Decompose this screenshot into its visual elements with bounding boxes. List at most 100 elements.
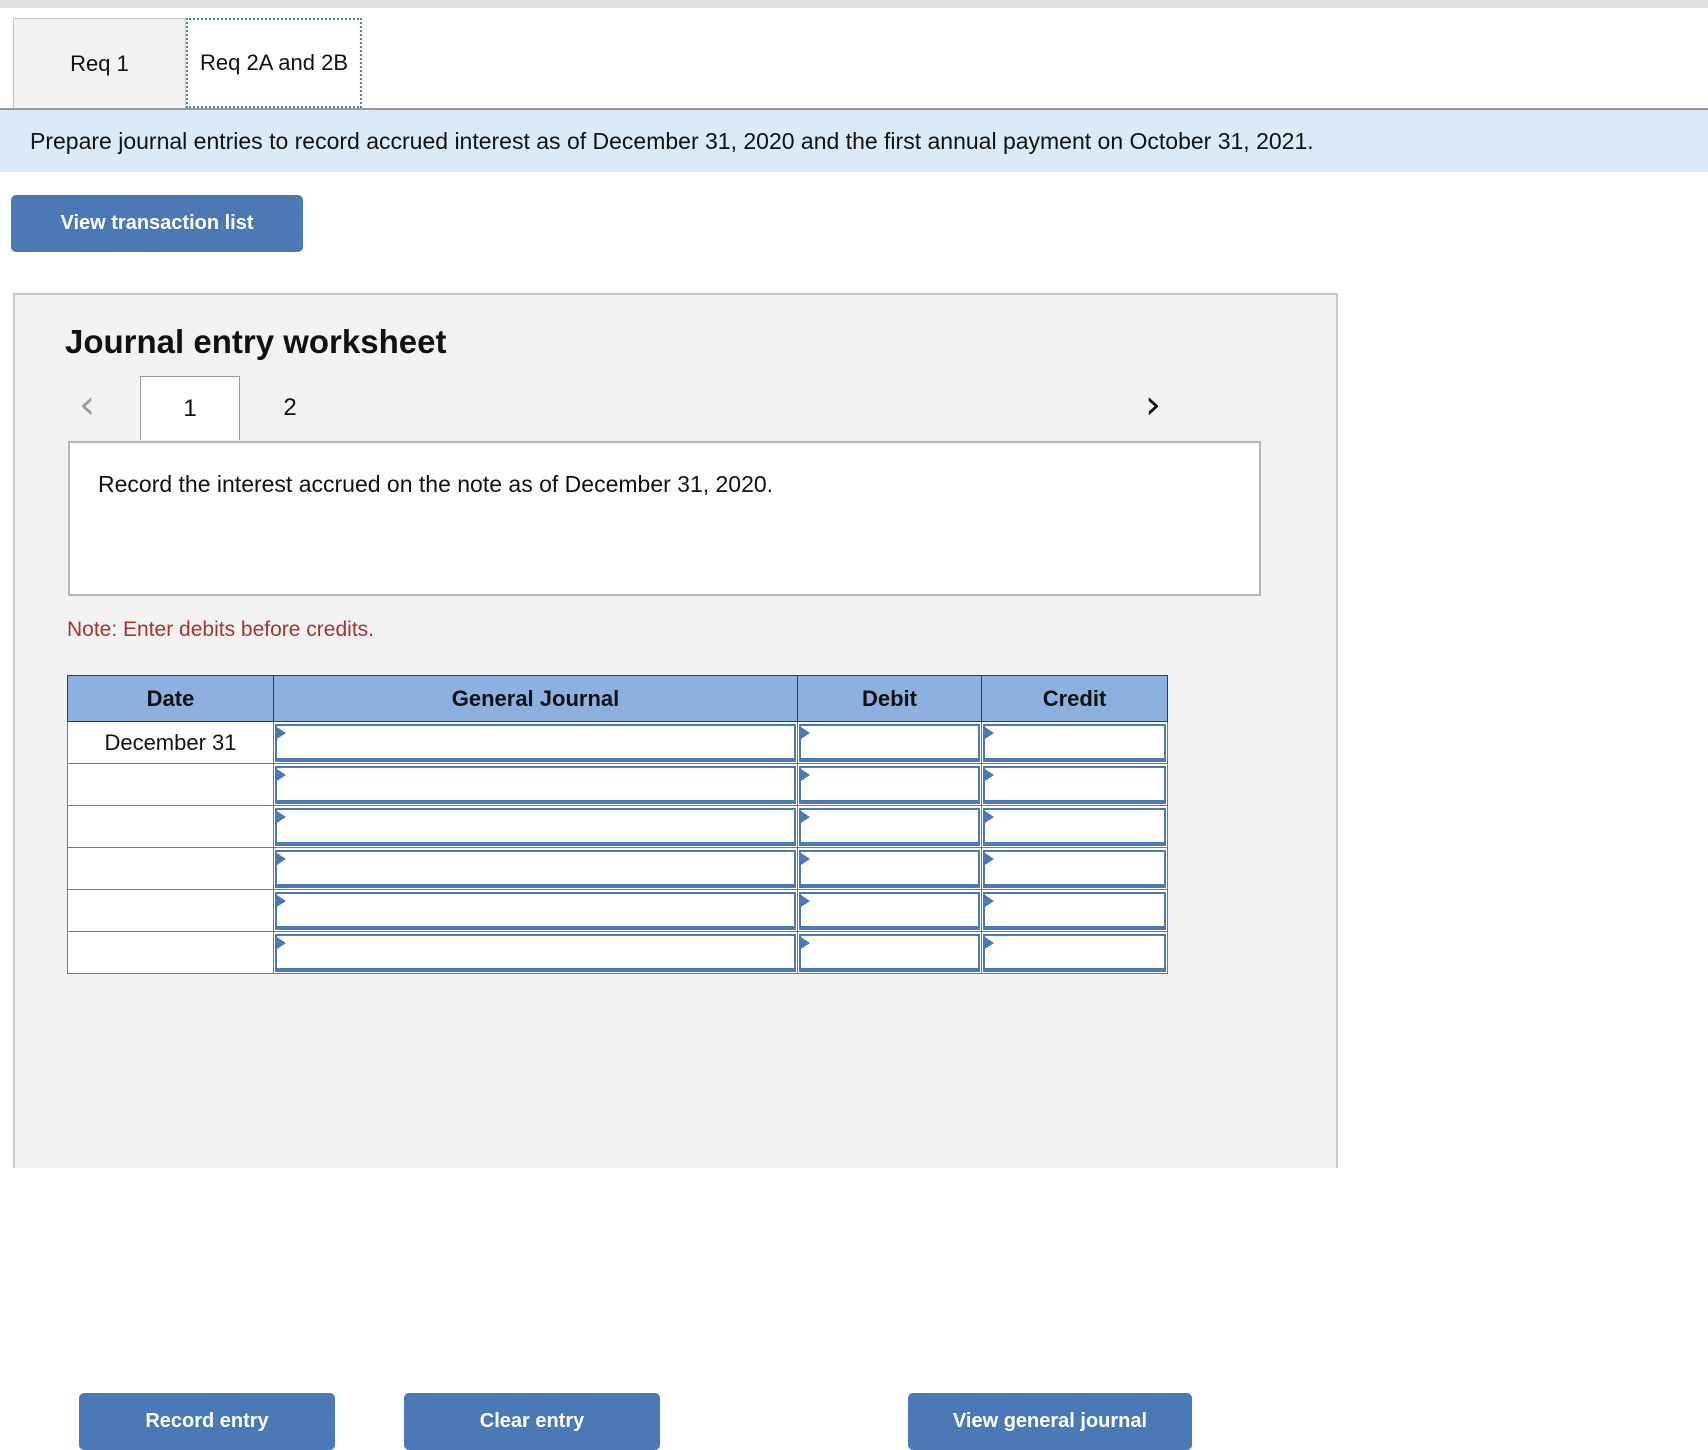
credit-input[interactable] bbox=[985, 935, 1164, 968]
table-row bbox=[67, 931, 1168, 974]
journal-entry-worksheet-panel: Journal entry worksheet ‹ 1 2 › Record t… bbox=[13, 293, 1338, 1450]
general-journal-cell[interactable] bbox=[273, 721, 798, 764]
entry-description-box: Record the interest accrued on the note … bbox=[68, 441, 1261, 596]
credit-cell[interactable] bbox=[981, 721, 1168, 764]
credit-input[interactable] bbox=[985, 725, 1164, 758]
table-row bbox=[67, 847, 1168, 890]
cell-marker-icon bbox=[801, 852, 810, 865]
cell-marker-icon bbox=[277, 810, 286, 823]
view-transaction-list-button[interactable]: View transaction list bbox=[11, 195, 303, 252]
journal-entry-table: Date General Journal Debit Credit Decemb… bbox=[67, 675, 1168, 974]
credit-cell[interactable] bbox=[981, 889, 1168, 932]
general-journal-input[interactable] bbox=[277, 809, 794, 842]
worksheet-pager: ‹ 1 2 › bbox=[67, 376, 1307, 440]
view-general-journal-label: View general journal bbox=[952, 1410, 1148, 1432]
credit-cell[interactable] bbox=[981, 847, 1168, 890]
general-journal-input[interactable] bbox=[277, 725, 794, 758]
worksheet-title: Journal entry worksheet bbox=[65, 323, 447, 360]
tab-req-2a-and-2b[interactable]: Req 2A and 2B bbox=[186, 18, 362, 108]
general-journal-cell[interactable] bbox=[273, 889, 798, 932]
top-strip bbox=[0, 0, 1708, 8]
clear-entry-label: Clear entry bbox=[479, 1410, 585, 1432]
pager-prev-icon[interactable]: ‹ bbox=[67, 377, 107, 433]
cell-marker-icon bbox=[985, 810, 994, 823]
cell-marker-icon bbox=[801, 936, 810, 949]
requirement-tab-bar: Req 1 Req 2A and 2B bbox=[0, 18, 1708, 110]
tab-req-2a-and-2b-label: Req 2A and 2B bbox=[199, 50, 348, 75]
date-cell bbox=[67, 805, 274, 848]
pager-page-2-label: 2 bbox=[283, 394, 297, 421]
debit-cell[interactable] bbox=[797, 847, 982, 890]
entry-description-text: Record the interest accrued on the note … bbox=[98, 471, 774, 497]
cell-marker-icon bbox=[801, 810, 810, 823]
credit-cell[interactable] bbox=[981, 805, 1168, 848]
date-cell bbox=[67, 763, 274, 806]
cell-marker-icon bbox=[801, 726, 810, 739]
cell-marker-icon bbox=[985, 894, 994, 907]
view-transaction-list-label: View transaction list bbox=[60, 212, 254, 234]
view-general-journal-button[interactable]: View general journal bbox=[908, 1393, 1192, 1450]
cell-marker-icon bbox=[277, 936, 286, 949]
pager-page-2[interactable]: 2 bbox=[240, 376, 340, 440]
pager-next-icon[interactable]: › bbox=[1133, 377, 1173, 433]
credit-cell[interactable] bbox=[981, 931, 1168, 974]
cell-marker-icon bbox=[277, 768, 286, 781]
cell-marker-icon bbox=[985, 768, 994, 781]
credit-cell[interactable] bbox=[981, 763, 1168, 806]
credit-input[interactable] bbox=[985, 809, 1164, 842]
general-journal-input[interactable] bbox=[277, 935, 794, 968]
pager-page-1-label: 1 bbox=[183, 394, 197, 422]
column-header-debit: Debit bbox=[797, 675, 982, 722]
column-header-credit: Credit bbox=[981, 675, 1168, 722]
date-cell bbox=[67, 889, 274, 932]
table-header-row: Date General Journal Debit Credit bbox=[67, 675, 1168, 722]
date-cell bbox=[67, 847, 274, 890]
general-journal-cell[interactable] bbox=[273, 931, 798, 974]
date-cell bbox=[67, 931, 274, 974]
debit-input[interactable] bbox=[801, 851, 978, 884]
cell-marker-icon bbox=[277, 726, 286, 739]
tab-req-1[interactable]: Req 1 bbox=[13, 18, 186, 108]
pager-page-1[interactable]: 1 bbox=[140, 376, 240, 440]
debit-cell[interactable] bbox=[797, 889, 982, 932]
instruction-banner: Prepare journal entries to record accrue… bbox=[0, 110, 1708, 172]
debit-input[interactable] bbox=[801, 809, 978, 842]
debit-input[interactable] bbox=[801, 893, 978, 926]
credit-input[interactable] bbox=[985, 851, 1164, 884]
general-journal-input[interactable] bbox=[277, 767, 794, 800]
debit-input[interactable] bbox=[801, 935, 978, 968]
cell-marker-icon bbox=[985, 726, 994, 739]
credit-input[interactable] bbox=[985, 893, 1164, 926]
debit-input[interactable] bbox=[801, 725, 978, 758]
general-journal-cell[interactable] bbox=[273, 805, 798, 848]
record-entry-label: Record entry bbox=[145, 1410, 269, 1432]
general-journal-input[interactable] bbox=[277, 851, 794, 884]
debit-input[interactable] bbox=[801, 767, 978, 800]
debit-cell[interactable] bbox=[797, 931, 982, 974]
cell-marker-icon bbox=[801, 768, 810, 781]
cell-marker-icon bbox=[985, 852, 994, 865]
tab-req-1-label: Req 1 bbox=[70, 50, 129, 76]
table-row bbox=[67, 889, 1168, 932]
debit-cell[interactable] bbox=[797, 721, 982, 764]
table-row bbox=[67, 763, 1168, 806]
date-cell: December 31 bbox=[67, 721, 274, 764]
cell-marker-icon bbox=[277, 852, 286, 865]
table-row: December 31 bbox=[67, 721, 1168, 764]
journal-entry-table-body: December 31 bbox=[67, 721, 1168, 974]
clear-entry-button[interactable]: Clear entry bbox=[404, 1393, 660, 1450]
record-entry-button[interactable]: Record entry bbox=[79, 1393, 335, 1450]
debit-cell[interactable] bbox=[797, 763, 982, 806]
instruction-text: Prepare journal entries to record accrue… bbox=[30, 127, 1314, 154]
column-header-general-journal: General Journal bbox=[273, 675, 798, 722]
cell-marker-icon bbox=[277, 894, 286, 907]
debit-cell[interactable] bbox=[797, 805, 982, 848]
general-journal-cell[interactable] bbox=[273, 847, 798, 890]
cell-marker-icon bbox=[985, 936, 994, 949]
general-journal-input[interactable] bbox=[277, 893, 794, 926]
column-header-date: Date bbox=[67, 675, 274, 722]
credit-input[interactable] bbox=[985, 767, 1164, 800]
cell-marker-icon bbox=[801, 894, 810, 907]
table-row bbox=[67, 805, 1168, 848]
general-journal-cell[interactable] bbox=[273, 763, 798, 806]
